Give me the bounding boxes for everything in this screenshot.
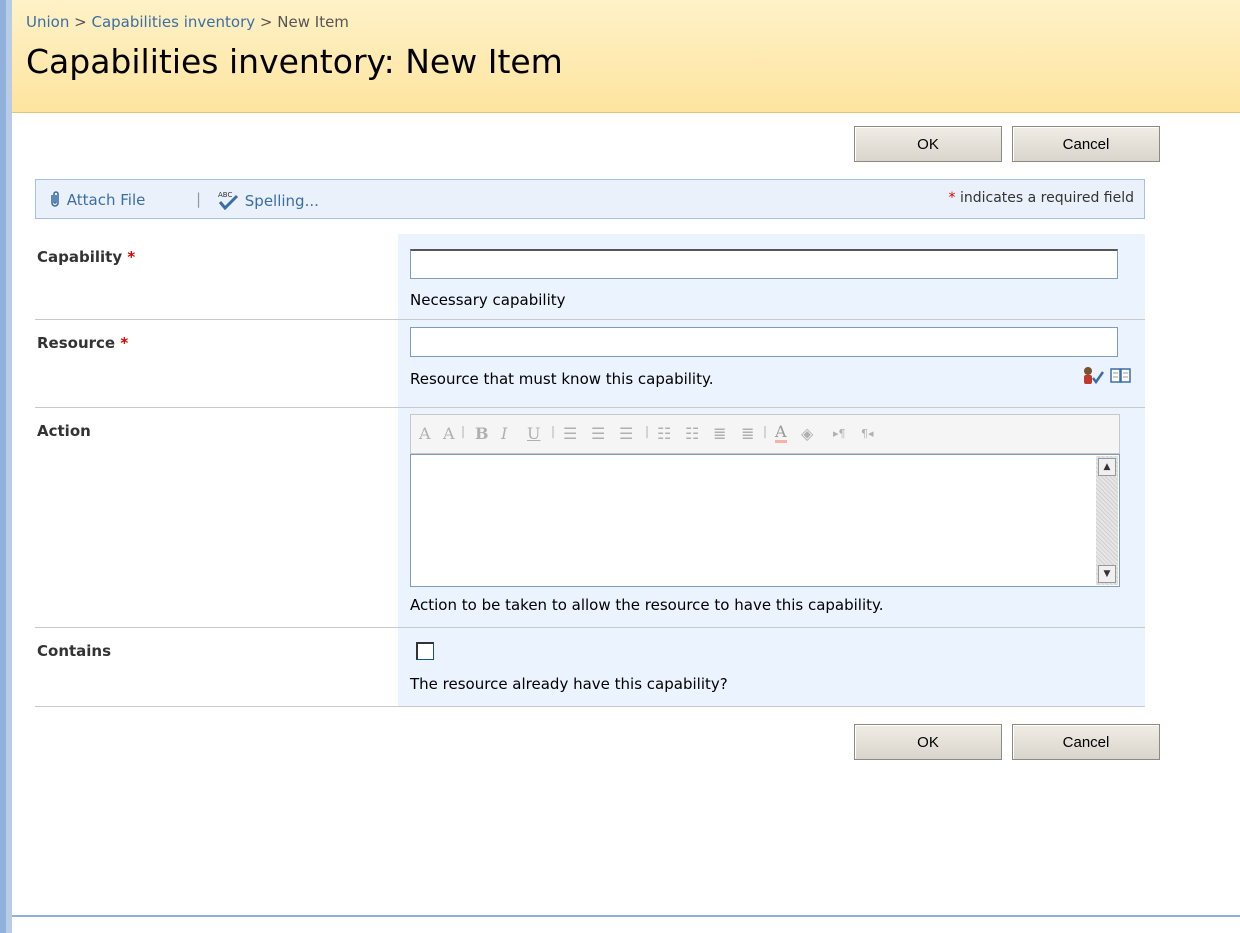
breadcrumb: Union > Capabilities inventory > New Ite… bbox=[26, 13, 349, 31]
text-color-icon[interactable]: A bbox=[775, 424, 787, 443]
required-star: * bbox=[948, 190, 956, 206]
resource-description: Resource that must know this capability. bbox=[410, 370, 714, 388]
contains-cell: The resource already have this capabilit… bbox=[398, 628, 1145, 706]
required-field-note: * indicates a required field bbox=[949, 190, 1134, 206]
bottom-border bbox=[12, 915, 1240, 917]
bullet-list-icon[interactable]: ☷ bbox=[685, 424, 699, 443]
spellcheck-icon: ABC bbox=[218, 191, 239, 211]
contains-label: Contains bbox=[37, 642, 112, 660]
form-toolbar: Attach File | ABC Spelling... * indicate… bbox=[35, 179, 1145, 219]
underline-icon[interactable]: U bbox=[527, 424, 540, 443]
action-cell: A A | B I U | ☰ ☰ ☰ | ☷ ☷ ≣ ≣ | A ◈ ▸¶ ¶… bbox=[398, 408, 1145, 627]
page-title: Capabilities inventory: New Item bbox=[26, 42, 563, 81]
rte-divider: | bbox=[461, 424, 466, 438]
capability-description: Necessary capability bbox=[410, 291, 566, 309]
background-color-icon[interactable]: ◈ bbox=[801, 424, 813, 443]
left-to-right-icon[interactable]: ▸¶ bbox=[833, 427, 846, 440]
toolbar-divider: | bbox=[196, 190, 202, 208]
svg-text:ABC: ABC bbox=[218, 191, 232, 199]
capability-input[interactable] bbox=[410, 249, 1118, 279]
numbered-list-icon[interactable]: ☷ bbox=[657, 424, 671, 443]
attach-file-button[interactable]: Attach File bbox=[48, 190, 145, 209]
contains-description: The resource already have this capabilit… bbox=[410, 675, 728, 693]
spelling-label: Spelling... bbox=[244, 192, 319, 210]
action-label: Action bbox=[37, 422, 91, 440]
check-names-icon[interactable] bbox=[1082, 366, 1105, 391]
scroll-down-icon[interactable]: ▼ bbox=[1098, 565, 1116, 583]
page-header: Union > Capabilities inventory > New Ite… bbox=[12, 0, 1240, 113]
cancel-button-bottom[interactable]: Cancel bbox=[1012, 724, 1160, 760]
right-to-left-icon[interactable]: ¶◂ bbox=[861, 427, 874, 440]
resource-input[interactable] bbox=[410, 327, 1118, 357]
rich-text-toolbar: A A | B I U | ☰ ☰ ☰ | ☷ ☷ ≣ ≣ | A ◈ ▸¶ ¶… bbox=[410, 414, 1120, 454]
action-description: Action to be taken to allow the resource… bbox=[410, 596, 884, 614]
attach-file-label: Attach File bbox=[66, 191, 146, 209]
required-star: * bbox=[120, 334, 129, 352]
required-star: * bbox=[127, 248, 136, 266]
resource-label: Resource * bbox=[37, 334, 128, 352]
breadcrumb-separator: > bbox=[259, 13, 273, 31]
left-edge bbox=[0, 0, 12, 933]
paperclip-icon bbox=[51, 191, 59, 207]
textarea-scrollbar[interactable]: ▲ ▼ bbox=[1096, 456, 1118, 585]
bold-icon[interactable]: B bbox=[475, 424, 489, 443]
page-frame: Union > Capabilities inventory > New Ite… bbox=[12, 0, 1240, 933]
resource-row: Resource * Resource that must know this … bbox=[35, 320, 1145, 408]
required-note-text: indicates a required field bbox=[959, 190, 1134, 206]
breadcrumb-union[interactable]: Union bbox=[26, 13, 69, 31]
ok-button-bottom[interactable]: OK bbox=[854, 724, 1002, 760]
cancel-button-top[interactable]: Cancel bbox=[1012, 126, 1160, 162]
capability-label: Capability * bbox=[37, 248, 135, 266]
indent-icon[interactable]: ≣ bbox=[741, 424, 754, 443]
breadcrumb-separator: > bbox=[74, 13, 87, 31]
breadcrumb-capabilities-inventory[interactable]: Capabilities inventory bbox=[91, 13, 255, 31]
breadcrumb-current: New Item bbox=[277, 13, 349, 31]
contains-row: Contains The resource already have this … bbox=[35, 628, 1145, 707]
capability-row: Capability * Necessary capability bbox=[35, 234, 1145, 320]
align-center-icon[interactable]: ☰ bbox=[591, 424, 605, 443]
rte-divider: | bbox=[551, 424, 556, 438]
resource-label-text: Resource bbox=[37, 334, 116, 352]
outdent-icon[interactable]: ≣ bbox=[713, 424, 726, 443]
action-textarea[interactable]: ▲ ▼ bbox=[410, 454, 1120, 587]
resource-cell: Resource that must know this capability. bbox=[398, 320, 1145, 407]
capability-label-text: Capability bbox=[37, 248, 123, 266]
font-grow-icon[interactable]: A bbox=[443, 424, 455, 443]
address-book-icon[interactable] bbox=[1110, 366, 1132, 391]
scroll-up-icon[interactable]: ▲ bbox=[1098, 458, 1116, 476]
ok-button-top[interactable]: OK bbox=[854, 126, 1002, 162]
align-right-icon[interactable]: ☰ bbox=[619, 424, 633, 443]
spelling-button[interactable]: ABC Spelling... bbox=[216, 190, 319, 211]
rte-divider: | bbox=[763, 424, 768, 438]
align-left-icon[interactable]: ☰ bbox=[563, 424, 577, 443]
capability-cell: Necessary capability bbox=[398, 234, 1145, 319]
font-size-icon[interactable]: A bbox=[419, 424, 431, 443]
action-row: Action A A | B I U | ☰ ☰ ☰ | ☷ ☷ ≣ ≣ | A… bbox=[35, 408, 1145, 628]
contains-checkbox[interactable] bbox=[416, 642, 434, 660]
rte-divider: | bbox=[645, 424, 650, 438]
italic-icon[interactable]: I bbox=[501, 424, 507, 443]
